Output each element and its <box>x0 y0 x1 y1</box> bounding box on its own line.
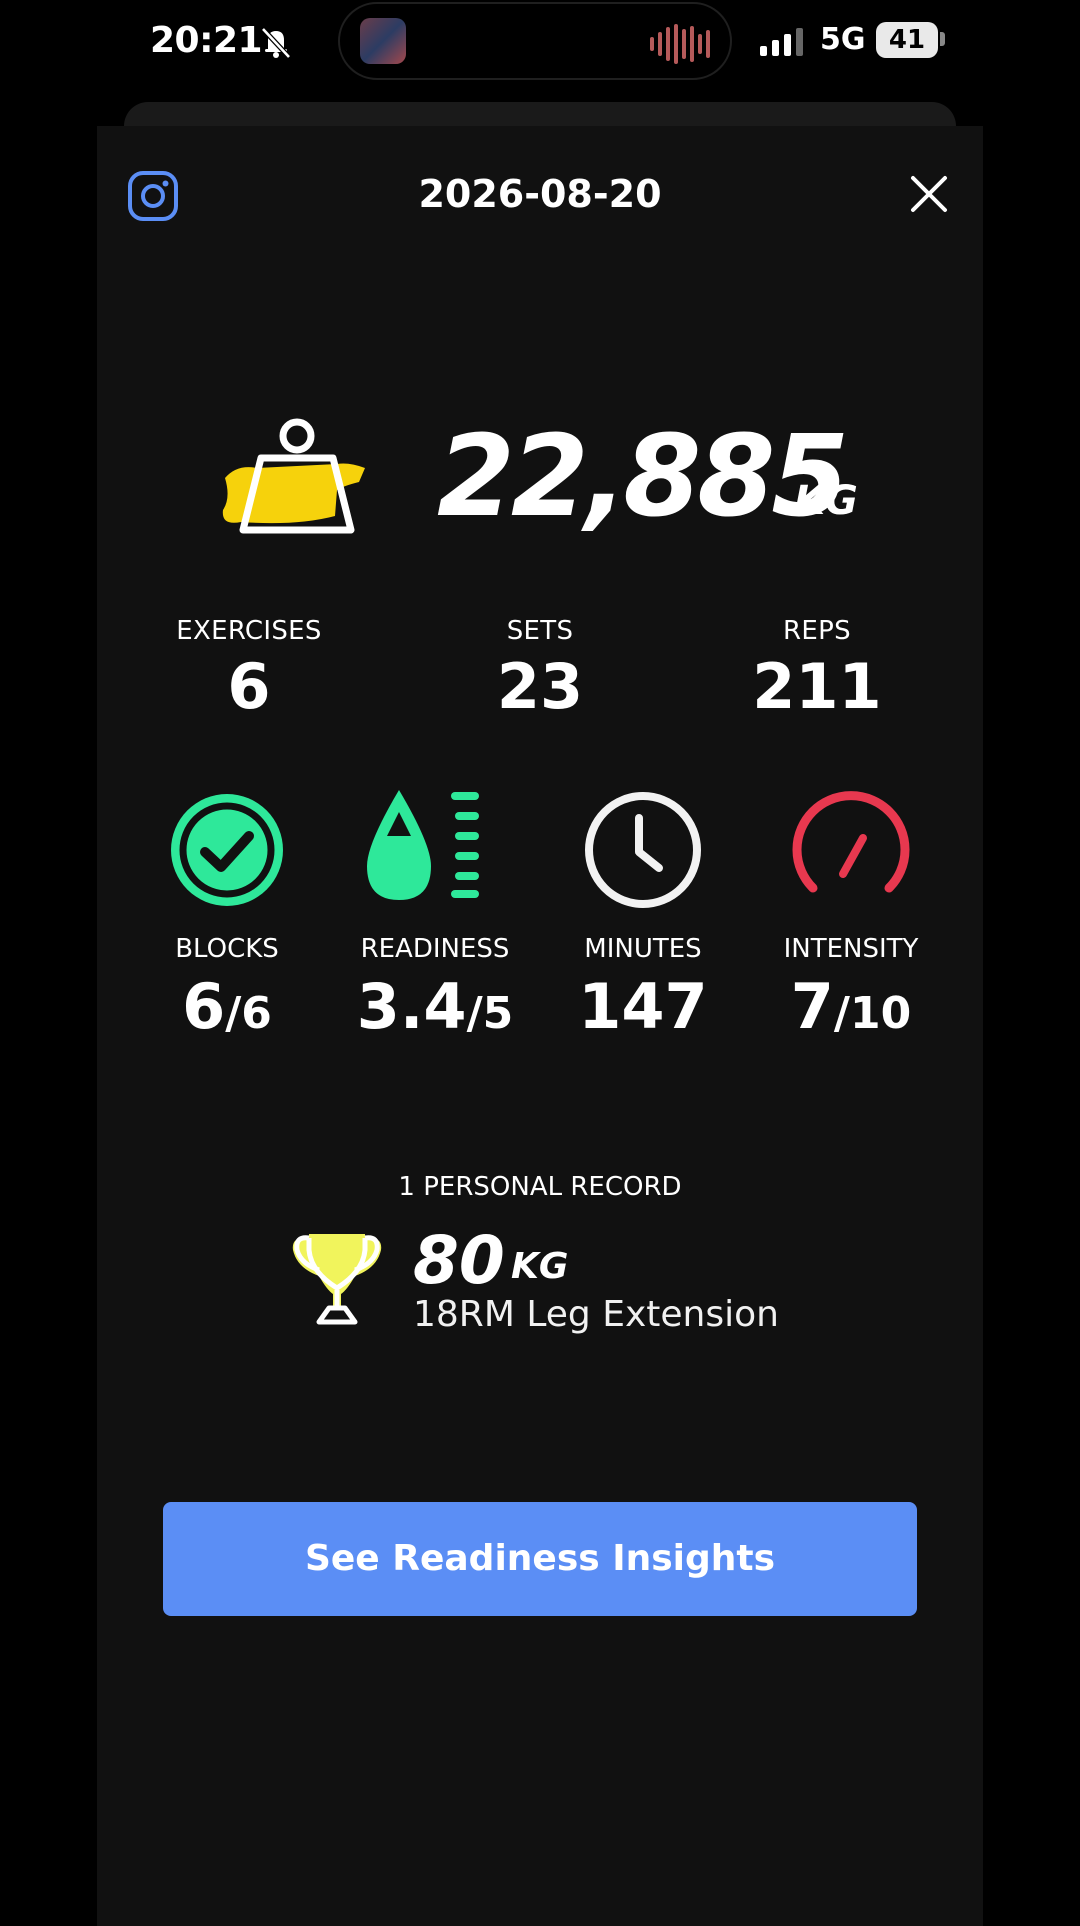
status-time: 20:21 <box>150 20 263 61</box>
metric-number: 3.4 <box>356 970 467 1043</box>
metric-number: 7 <box>790 970 834 1043</box>
workout-date: 2026-08-20 <box>418 172 662 216</box>
metric-label: BLOCKS <box>175 934 279 964</box>
metric-value: 7/10 <box>751 976 951 1038</box>
metric-label: MINUTES <box>584 934 702 964</box>
metric-label: READINESS <box>360 934 510 964</box>
personal-record-exercise: 18RM Leg Extension <box>413 1294 779 1335</box>
metric-denominator: /6 <box>225 988 272 1039</box>
trophy-icon <box>292 1234 382 1325</box>
now-playing-thumbnail <box>360 18 406 64</box>
gauge-icon <box>792 791 910 893</box>
stat-value: 6 <box>227 650 271 723</box>
stat-label: REPS <box>783 616 851 646</box>
total-volume-unit: KG <box>794 478 858 524</box>
battery-indicator: 41 <box>876 22 938 58</box>
metric-label: INTENSITY <box>783 934 919 964</box>
workout-summary-sheet: 2026-08-20 22,885 KG EXERCISES 6 SETS 23… <box>97 126 983 1926</box>
battery-tip <box>940 32 945 46</box>
stat-label: SETS <box>506 616 574 646</box>
personal-record-unit: KG <box>511 1246 569 1287</box>
clock-icon <box>585 792 701 908</box>
total-volume-value: 22,885 <box>437 412 849 542</box>
metric-minutes: MINUTES 147 <box>543 792 743 1038</box>
metric-value: 6/6 <box>127 976 327 1038</box>
stat-value: 211 <box>752 650 882 723</box>
personal-record-weight: 80 <box>413 1222 505 1299</box>
metric-intensity: INTENSITY 7/10 <box>751 791 951 1038</box>
stat-label: EXERCISES <box>176 616 322 646</box>
status-bar: 20:21 5G 41 <box>0 0 1080 84</box>
metric-blocks: BLOCKS 6/6 <box>127 794 327 1038</box>
close-icon[interactable] <box>909 174 949 214</box>
total-volume: 22,885 <box>217 406 877 586</box>
bell-muted-icon <box>261 27 291 59</box>
metric-value: 147 <box>543 976 743 1038</box>
stat-value: 23 <box>496 650 584 723</box>
metric-denominator: /5 <box>466 988 514 1039</box>
metric-denominator: /10 <box>833 988 912 1039</box>
stat-reps: REPS 211 <box>687 616 947 723</box>
audio-wave-icon <box>650 24 710 64</box>
dynamic-island[interactable] <box>338 2 732 80</box>
see-readiness-insights-button[interactable]: See Readiness Insights <box>163 1502 917 1616</box>
stat-exercises: EXERCISES 6 <box>119 616 379 723</box>
metric-value: 3.4/5 <box>335 976 535 1038</box>
cellular-signal-icon <box>760 26 803 56</box>
checkmark-icon <box>171 794 283 906</box>
personal-record-label: 1 PERSONAL RECORD <box>398 1172 682 1202</box>
metric-number: 6 <box>182 970 226 1043</box>
network-type: 5G <box>820 22 866 57</box>
drop-icon <box>367 790 479 900</box>
weight-icon <box>222 418 365 534</box>
stat-sets: SETS 23 <box>410 616 670 723</box>
metric-readiness: READINESS 3.4/5 <box>335 790 535 1038</box>
metric-number: 147 <box>578 970 708 1043</box>
